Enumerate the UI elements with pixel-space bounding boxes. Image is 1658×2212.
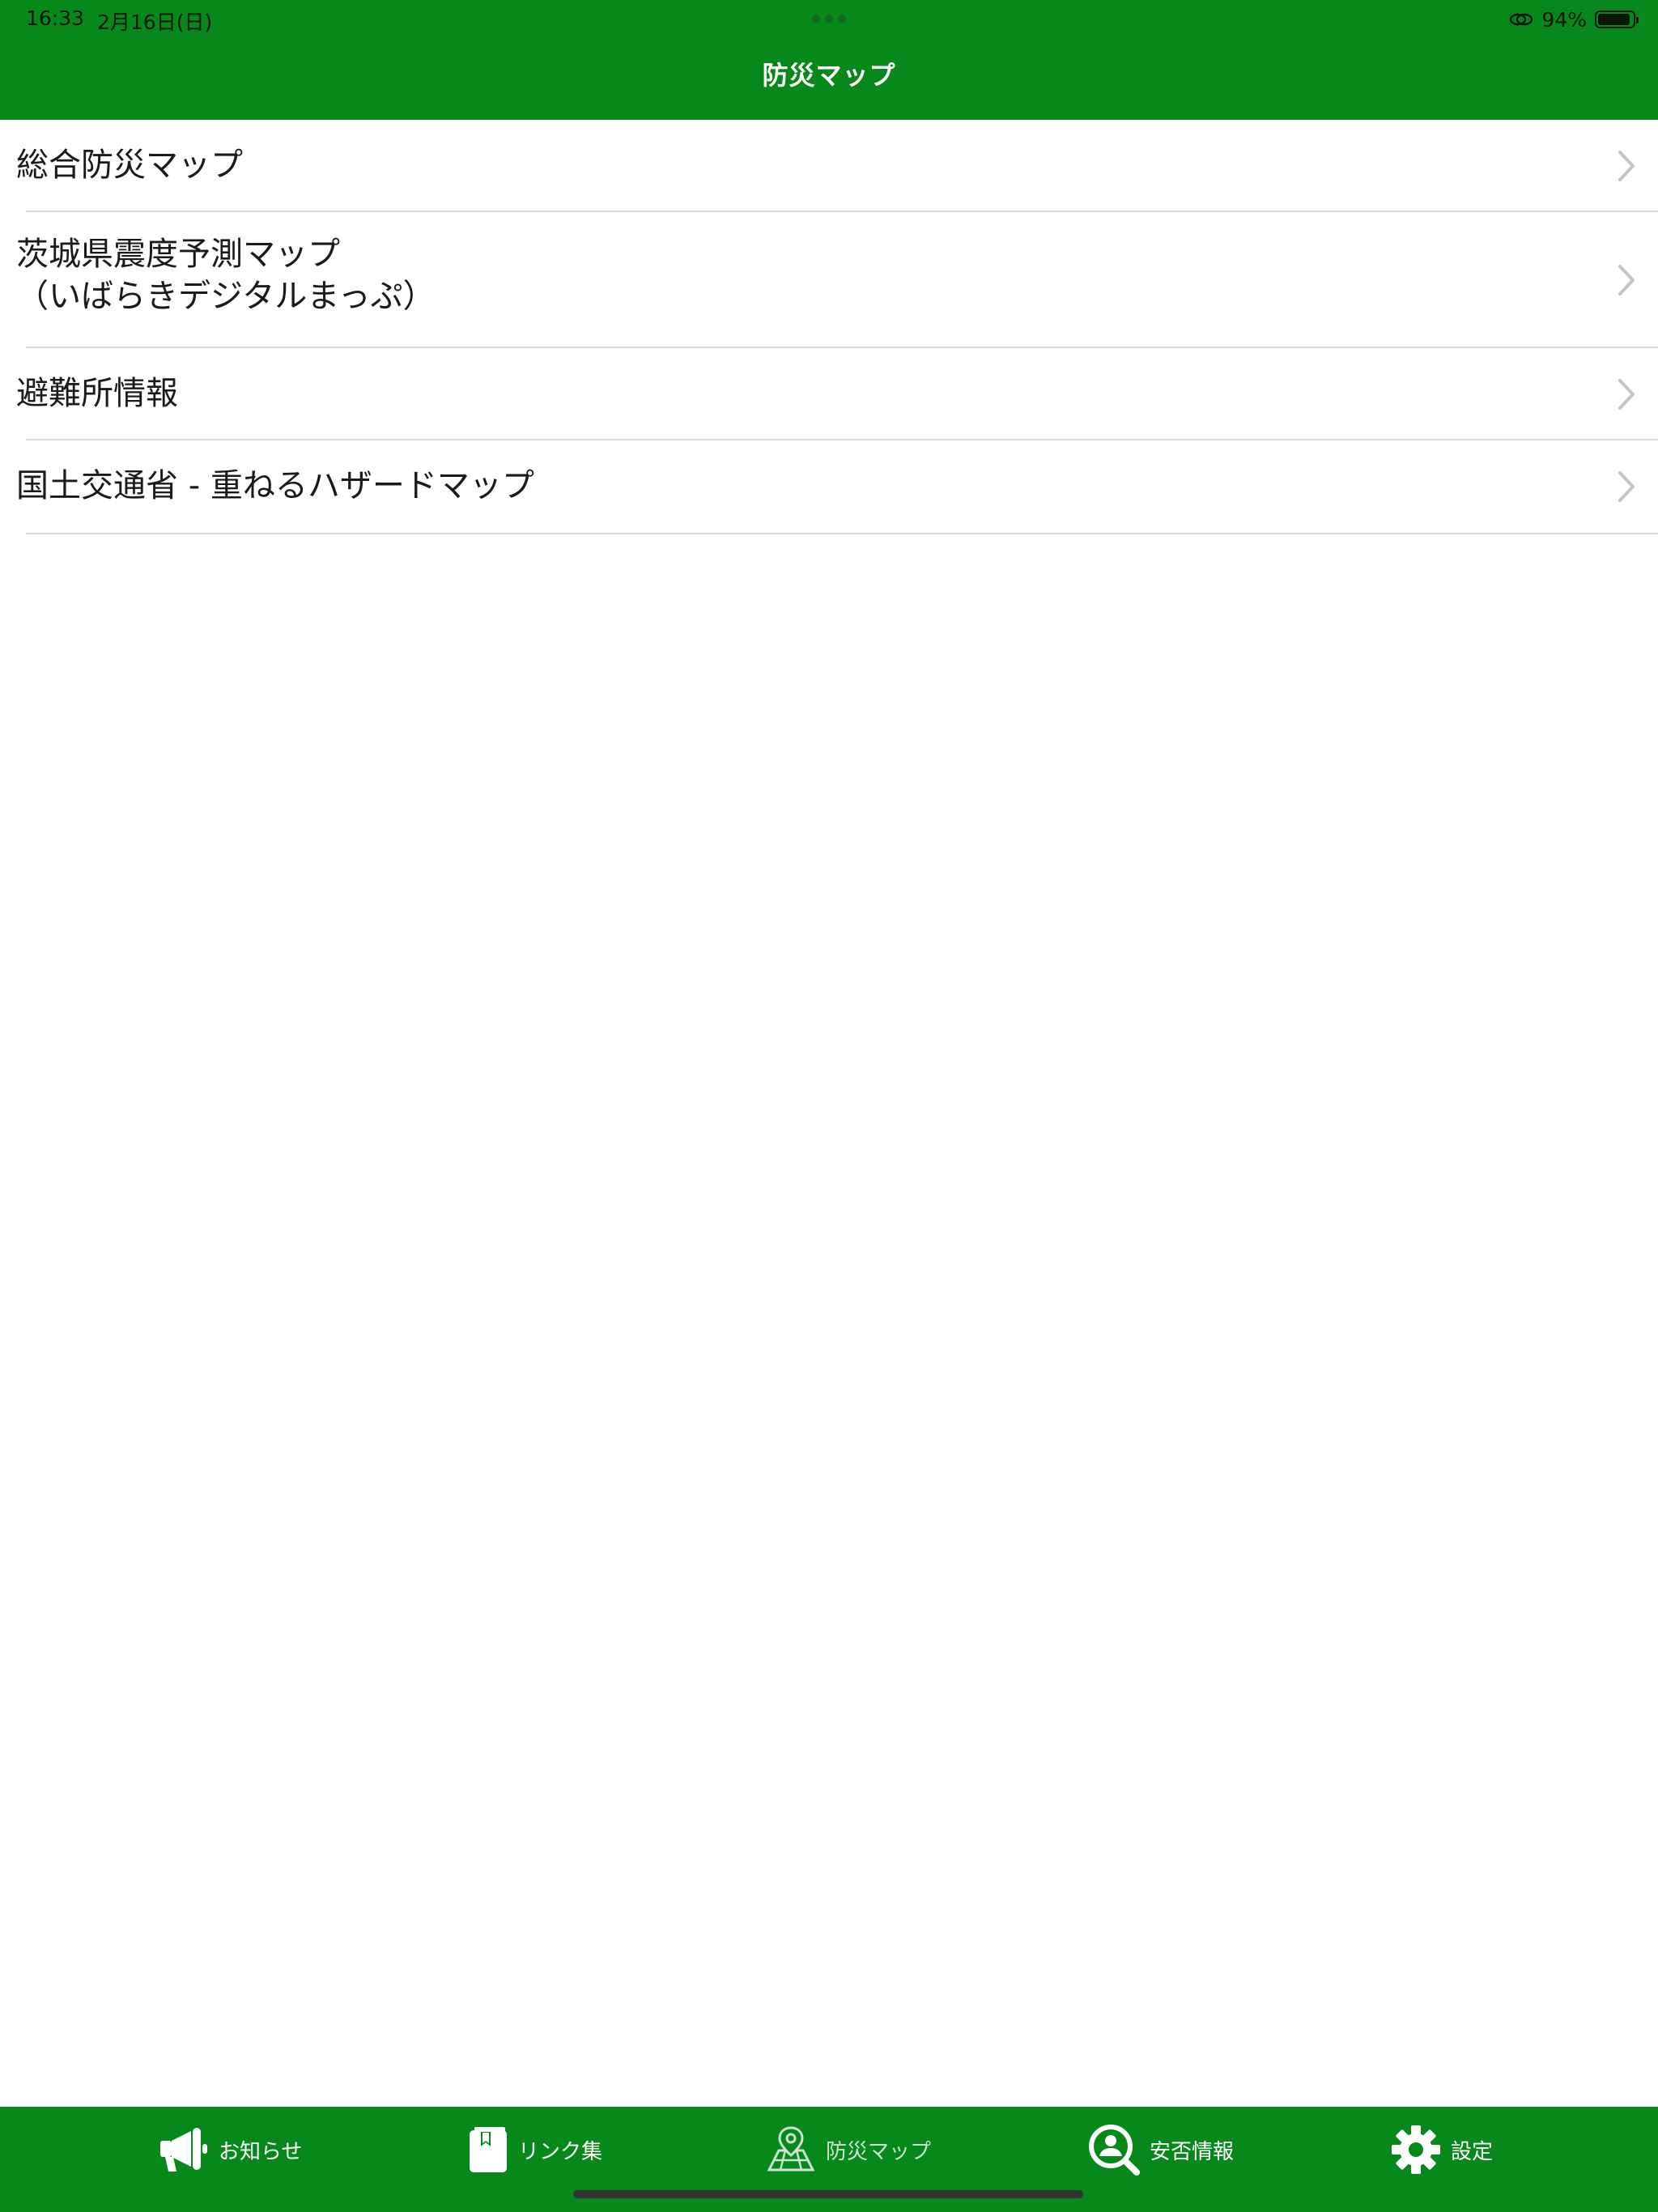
bookmark-book-icon (470, 2127, 507, 2172)
list-item-label: 総合防災マップ (16, 147, 243, 184)
gear-icon (1392, 2125, 1440, 2174)
status-bar: 16:33 2月16日(日) 94% (0, 0, 1658, 39)
dot (825, 15, 833, 23)
tab-bousai-map[interactable]: 防災マップ (766, 2121, 931, 2178)
tab-label: 防災マップ (826, 2139, 932, 2164)
dot (812, 15, 820, 23)
battery-fill (1598, 14, 1630, 25)
status-date: 2月16日(日) (97, 11, 213, 34)
screen: 16:33 2月16日(日) 94% 防災マップ 総合防災マップ 茨城県震度予測… (0, 0, 1658, 2212)
chevron-right-icon (1618, 471, 1635, 502)
menu-list: 総合防災マップ 茨城県震度予測マップ （いばらきデジタルまっぷ） 避難所情報 国… (0, 120, 1658, 534)
chevron-right-icon (1618, 151, 1635, 181)
list-item-label: 国土交通省 - 重ねるハザードマップ (16, 467, 534, 504)
map-pin-icon (767, 2126, 815, 2172)
megaphone-icon (160, 2128, 207, 2172)
divider-inset (0, 533, 26, 534)
multitasking-dots[interactable] (811, 15, 847, 24)
list-item-hazard-map[interactable]: 国土交通省 - 重ねるハザードマップ (0, 440, 1658, 534)
list-item-hinanjo-info[interactable]: 避難所情報 (0, 348, 1658, 440)
tab-links[interactable]: リンク集 (468, 2121, 602, 2178)
tab-label: 設定 (1451, 2139, 1494, 2164)
list-item-sogo-bousai-map[interactable]: 総合防災マップ (0, 120, 1658, 212)
list-item-ibaraki-shindo-map[interactable]: 茨城県震度予測マップ （いばらきデジタルまっぷ） (0, 212, 1658, 348)
status-indicators: 94% (1509, 6, 1639, 32)
dot (838, 15, 846, 23)
header: 16:33 2月16日(日) 94% 防災マップ (0, 0, 1658, 120)
chevron-right-icon (1618, 379, 1635, 410)
home-indicator (573, 2190, 1083, 2198)
list-item-label: 茨城県震度予測マップ （いばらきデジタルまっぷ） (16, 236, 436, 315)
tab-label: 安否情報 (1150, 2139, 1235, 2164)
tab-safety-info[interactable]: 安否情報 (1088, 2121, 1234, 2178)
battery-percent: 94% (1541, 7, 1587, 32)
tab-label: お知らせ (219, 2139, 303, 2164)
status-time: 16:33 (26, 6, 85, 30)
battery-icon (1595, 11, 1639, 28)
chevron-right-icon (1618, 265, 1635, 296)
list-item-label: 避難所情報 (16, 375, 178, 412)
tab-label: リンク集 (518, 2139, 603, 2164)
tab-news[interactable]: お知らせ (159, 2121, 302, 2178)
battery-cap (1636, 17, 1639, 23)
tab-settings[interactable]: 設定 (1391, 2121, 1493, 2178)
connection-link-icon (1509, 11, 1533, 28)
person-search-icon (1089, 2125, 1140, 2176)
page-title: 防災マップ (762, 60, 896, 91)
